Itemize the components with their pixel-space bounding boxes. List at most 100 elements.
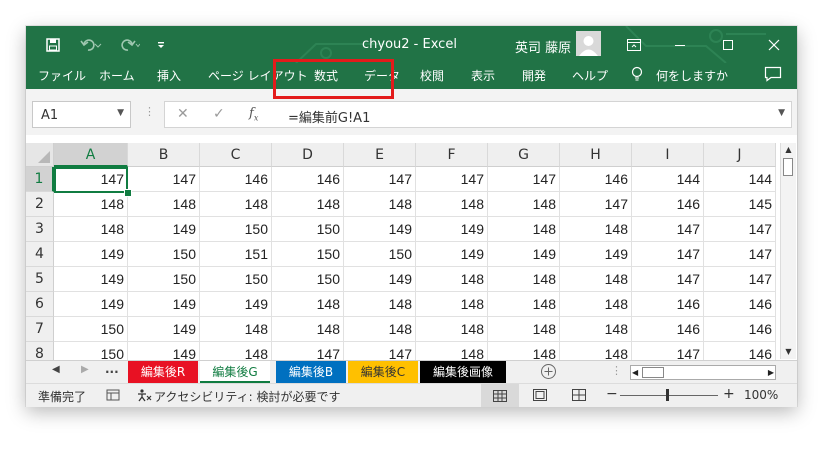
cell-g6[interactable]: 148 (488, 292, 560, 317)
minimize-icon[interactable] (657, 26, 703, 63)
cell-h8[interactable]: 148 (560, 342, 632, 360)
zoom-slider[interactable] (620, 395, 718, 396)
accessibility-status[interactable]: アクセシビリティ: 検討が必要です (154, 388, 341, 405)
tab-home[interactable]: ホーム (99, 67, 135, 84)
cell-f1[interactable]: 147 (416, 167, 488, 192)
row-header[interactable]: 3 (26, 217, 54, 242)
cell-e1[interactable]: 147 (344, 167, 416, 192)
cell-h5[interactable]: 148 (560, 267, 632, 292)
cell-c8[interactable]: 148 (200, 342, 272, 360)
next-sheet-icon[interactable]: ▶ (81, 364, 89, 375)
chevron-down-icon[interactable]: ▼ (117, 108, 124, 118)
cell-j5[interactable]: 147 (704, 267, 776, 292)
cell-f2[interactable]: 148 (416, 192, 488, 217)
cell-d5[interactable]: 150 (272, 267, 344, 292)
column-header-e[interactable]: E (344, 143, 416, 167)
comments-icon[interactable] (764, 66, 782, 85)
cell-c1[interactable]: 146 (200, 167, 272, 192)
cell-b3[interactable]: 149 (128, 217, 200, 242)
column-header-b[interactable]: B (128, 143, 200, 167)
add-sheet-icon[interactable] (540, 363, 557, 383)
sheet-tab-image[interactable]: 編集後画像 (420, 361, 506, 383)
cell-i6[interactable]: 146 (632, 292, 704, 317)
cell-j3[interactable]: 147 (704, 217, 776, 242)
customize-icon[interactable] (154, 26, 168, 63)
column-header-g[interactable]: G (488, 143, 560, 167)
cell-g3[interactable]: 148 (488, 217, 560, 242)
cell-f6[interactable]: 148 (416, 292, 488, 317)
sheet-tab-r[interactable]: 編集後R (128, 361, 198, 383)
cell-h6[interactable]: 148 (560, 292, 632, 317)
row-header[interactable]: 6 (26, 292, 54, 317)
cell-g5[interactable]: 148 (488, 267, 560, 292)
prev-sheet-icon[interactable]: ◀ (52, 364, 60, 375)
expand-formula-icon[interactable]: ▼ (778, 108, 785, 118)
redo-icon[interactable] (114, 26, 144, 63)
cell-e5[interactable]: 149 (344, 267, 416, 292)
worksheet-grid[interactable]: ABCDEFGHIJ 1 147 147 146 146 147 147 147 146 144 1… (26, 135, 797, 360)
cell-g1[interactable]: 147 (488, 167, 560, 192)
zoom-level[interactable]: 100% (744, 388, 778, 402)
cell-b6[interactable]: 149 (128, 292, 200, 317)
tab-developer[interactable]: 開発 (522, 67, 546, 84)
column-header-f[interactable]: F (416, 143, 488, 167)
cell-j6[interactable]: 146 (704, 292, 776, 317)
tell-me-search[interactable]: 何をしますか (656, 67, 728, 84)
ribbon-display-icon[interactable] (611, 26, 657, 63)
sheet-tab-b[interactable]: 編集後B (276, 361, 346, 383)
cell-a3[interactable]: 148 (54, 217, 128, 242)
cell-j1[interactable]: 144 (704, 167, 776, 192)
zoom-out-button[interactable]: − (606, 386, 618, 402)
cell-g8[interactable]: 148 (488, 342, 560, 360)
column-header-i[interactable]: I (632, 143, 704, 167)
tab-split-grip-icon[interactable]: ⋮ (611, 364, 622, 377)
scroll-down-icon[interactable]: ▼ (781, 345, 796, 359)
column-header-c[interactable]: C (200, 143, 272, 167)
row-header[interactable]: 1 (26, 167, 54, 192)
cell-b7[interactable]: 149 (128, 317, 200, 342)
cell-b2[interactable]: 148 (128, 192, 200, 217)
cell-a4[interactable]: 149 (54, 242, 128, 267)
cell-h1[interactable]: 146 (560, 167, 632, 192)
cell-f7[interactable]: 148 (416, 317, 488, 342)
cell-e2[interactable]: 148 (344, 192, 416, 217)
cell-c6[interactable]: 149 (200, 292, 272, 317)
row-header[interactable]: 4 (26, 242, 54, 267)
formula-text[interactable]: =編集前G!A1 (288, 107, 370, 126)
row-header[interactable]: 5 (26, 267, 54, 292)
cell-i5[interactable]: 147 (632, 267, 704, 292)
cell-j2[interactable]: 145 (704, 192, 776, 217)
row-header[interactable]: 8 (26, 342, 54, 360)
cell-e7[interactable]: 148 (344, 317, 416, 342)
tab-view[interactable]: 表示 (471, 67, 495, 84)
insert-function-icon[interactable]: fx (249, 106, 258, 123)
cell-i7[interactable]: 146 (632, 317, 704, 342)
cell-a5[interactable]: 149 (54, 267, 128, 292)
cell-h7[interactable]: 148 (560, 317, 632, 342)
user-name[interactable]: 英司 藤原 (515, 37, 571, 56)
cell-e6[interactable]: 148 (344, 292, 416, 317)
cell-b4[interactable]: 150 (128, 242, 200, 267)
cell-d2[interactable]: 148 (272, 192, 344, 217)
cell-c3[interactable]: 150 (200, 217, 272, 242)
select-all-button[interactable] (26, 143, 54, 167)
cell-c5[interactable]: 150 (200, 267, 272, 292)
cell-d8[interactable]: 147 (272, 342, 344, 360)
cell-a1[interactable]: 147 (54, 167, 128, 192)
close-icon[interactable] (751, 26, 797, 63)
cell-f4[interactable]: 149 (416, 242, 488, 267)
macro-record-icon[interactable] (106, 388, 120, 405)
column-header-j[interactable]: J (704, 143, 776, 167)
sheet-tab-g[interactable]: 編集後G (200, 361, 270, 383)
cell-c7[interactable]: 148 (200, 317, 272, 342)
cell-i2[interactable]: 146 (632, 192, 704, 217)
cell-g7[interactable]: 148 (488, 317, 560, 342)
cell-i8[interactable]: 147 (632, 342, 704, 360)
page-layout-view-icon[interactable] (533, 389, 547, 404)
cell-d7[interactable]: 148 (272, 317, 344, 342)
tab-file[interactable]: ファイル (38, 67, 86, 84)
sheet-tab-c[interactable]: 編集後C (348, 361, 418, 383)
cell-j4[interactable]: 147 (704, 242, 776, 267)
cell-d3[interactable]: 150 (272, 217, 344, 242)
cell-b1[interactable]: 147 (128, 167, 200, 192)
